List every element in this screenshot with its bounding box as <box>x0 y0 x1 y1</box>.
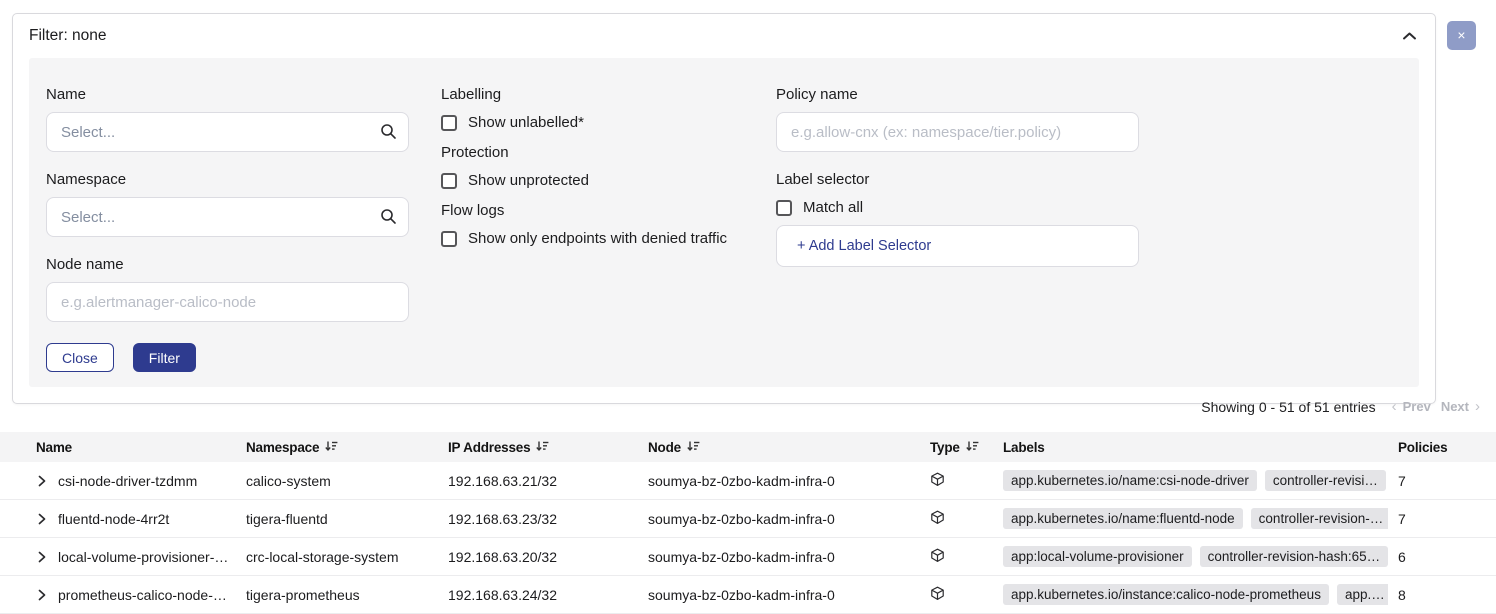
denied-traffic-label: Show only endpoints with denied traffic <box>468 230 727 247</box>
endpoint-namespace: tigera-prometheus <box>238 587 440 603</box>
column-header[interactable]: Type <box>920 440 990 455</box>
dismiss-panel-button[interactable]: × <box>1447 21 1476 50</box>
sort-icon <box>687 440 700 455</box>
prev-label: Prev <box>1403 399 1431 414</box>
sort-icon <box>325 440 338 455</box>
chevron-left-icon: ‹ <box>1392 398 1397 415</box>
label-chip: app.kubernetes.io/instance:calico-node-p… <box>1003 584 1329 605</box>
collapse-panel-button[interactable] <box>1402 29 1417 44</box>
labelling-section-label: Labelling <box>441 86 744 103</box>
workload-cube-icon <box>920 472 990 490</box>
next-page-button[interactable]: Next › <box>1441 398 1480 415</box>
show-unlabelled-label: Show unlabelled* <box>468 114 584 131</box>
namespace-field-label: Namespace <box>46 171 409 188</box>
label-chip: app:local-volume-provisioner <box>1003 546 1192 567</box>
endpoint-name: fluentd-node-4rr2t <box>58 511 169 527</box>
endpoint-node: soumya-bz-0zbo-kadm-infra-0 <box>640 549 920 565</box>
chevron-right-icon: › <box>1475 398 1480 415</box>
endpoint-policies-count: 8 <box>1388 587 1496 603</box>
endpoint-labels: app.kubernetes.io/name:csi-node-driver co… <box>990 470 1388 491</box>
endpoint-policies-count: 6 <box>1388 549 1496 565</box>
endpoint-policies-count: 7 <box>1388 511 1496 527</box>
chevron-up-icon <box>1402 29 1417 44</box>
show-unlabelled-checkbox[interactable] <box>441 115 457 131</box>
label-selector-section-label: Label selector <box>776 171 1139 188</box>
endpoint-namespace: calico-system <box>238 473 440 489</box>
table-row[interactable]: prometheus-calico-node-… tigera-promethe… <box>0 576 1496 614</box>
endpoint-labels: app:local-volume-provisioner controller-r… <box>990 546 1388 567</box>
table-row[interactable]: csi-node-driver-tzdmm calico-system 192.… <box>0 462 1496 500</box>
endpoint-node: soumya-bz-0zbo-kadm-infra-0 <box>640 473 920 489</box>
workload-cube-icon <box>920 548 990 566</box>
workload-cube-icon <box>920 510 990 528</box>
filter-button[interactable]: Filter <box>133 343 196 372</box>
expand-row-button[interactable] <box>38 589 46 601</box>
endpoint-ip: 192.168.63.24/32 <box>440 587 640 603</box>
flow-logs-section-label: Flow logs <box>441 202 744 219</box>
endpoint-namespace: crc-local-storage-system <box>238 549 440 565</box>
sort-icon <box>536 440 549 455</box>
show-unprotected-label: Show unprotected <box>468 172 589 189</box>
workload-cube-icon <box>920 586 990 604</box>
table-body: csi-node-driver-tzdmm calico-system 192.… <box>0 462 1496 614</box>
label-chip: controller-revision-hash:65… <box>1200 546 1388 567</box>
node-name-field-label: Node name <box>46 256 409 273</box>
close-button[interactable]: Close <box>46 343 114 372</box>
column-header: Policies <box>1388 440 1496 455</box>
label-chip: app.kubernetes.io/name:csi-node-driver <box>1003 470 1257 491</box>
endpoint-policies-count: 7 <box>1388 473 1496 489</box>
label-chip: app.kubernetes.io/name:fluentd-node <box>1003 508 1243 529</box>
name-field-label: Name <box>46 86 409 103</box>
table-row[interactable]: fluentd-node-4rr2t tigera-fluentd 192.16… <box>0 500 1496 538</box>
label-chip: app.… <box>1337 584 1388 605</box>
endpoint-labels: app.kubernetes.io/instance:calico-node-p… <box>990 584 1388 605</box>
policy-name-field-label: Policy name <box>776 86 1139 103</box>
endpoint-name: prometheus-calico-node-… <box>58 587 227 603</box>
node-name-input[interactable] <box>46 282 409 322</box>
filter-panel-header: Filter: none <box>13 14 1435 58</box>
pagination: Showing 0 - 51 of 51 entries ‹ Prev Next… <box>1201 398 1480 415</box>
column-header: Labels <box>990 440 1388 455</box>
match-all-checkbox[interactable] <box>776 200 792 216</box>
protection-section-label: Protection <box>441 144 744 161</box>
next-label: Next <box>1441 399 1469 414</box>
expand-row-button[interactable] <box>38 475 46 487</box>
filter-form: Name Namespace <box>29 58 1419 387</box>
add-label-selector-button[interactable]: + Add Label Selector <box>776 225 1139 267</box>
label-chip: controller-revisi… <box>1265 470 1386 491</box>
column-header: Name <box>0 440 238 455</box>
table-header-row: Name Namespace IP Addresses Node Type La… <box>0 432 1496 462</box>
endpoint-namespace: tigera-fluentd <box>238 511 440 527</box>
entries-summary: Showing 0 - 51 of 51 entries <box>1201 399 1375 415</box>
filter-panel-title: Filter: none <box>29 27 107 45</box>
filter-panel: Filter: none Name <box>12 13 1436 404</box>
endpoint-ip: 192.168.63.23/32 <box>440 511 640 527</box>
prev-page-button[interactable]: ‹ Prev <box>1392 398 1431 415</box>
show-unprotected-checkbox[interactable] <box>441 173 457 189</box>
column-header[interactable]: Namespace <box>238 440 440 455</box>
endpoints-table: Name Namespace IP Addresses Node Type La… <box>0 432 1496 614</box>
search-icon <box>380 208 397 230</box>
label-chip: controller-revision-… <box>1251 508 1388 529</box>
name-select-input[interactable] <box>46 112 409 152</box>
column-header[interactable]: Node <box>640 440 920 455</box>
endpoint-ip: 192.168.63.21/32 <box>440 473 640 489</box>
endpoint-ip: 192.168.63.20/32 <box>440 549 640 565</box>
endpoint-name: csi-node-driver-tzdmm <box>58 473 197 489</box>
column-header[interactable]: IP Addresses <box>440 440 640 455</box>
denied-traffic-checkbox[interactable] <box>441 231 457 247</box>
endpoint-labels: app.kubernetes.io/name:fluentd-node contr… <box>990 508 1388 529</box>
match-all-label: Match all <box>803 199 863 216</box>
table-row[interactable]: local-volume-provisioner-… crc-local-sto… <box>0 538 1496 576</box>
namespace-select-input[interactable] <box>46 197 409 237</box>
expand-row-button[interactable] <box>38 513 46 525</box>
sort-icon <box>966 440 979 455</box>
endpoint-name: local-volume-provisioner-… <box>58 549 228 565</box>
endpoint-node: soumya-bz-0zbo-kadm-infra-0 <box>640 511 920 527</box>
search-icon <box>380 123 397 145</box>
endpoint-node: soumya-bz-0zbo-kadm-infra-0 <box>640 587 920 603</box>
expand-row-button[interactable] <box>38 551 46 563</box>
policy-name-input[interactable] <box>776 112 1139 152</box>
